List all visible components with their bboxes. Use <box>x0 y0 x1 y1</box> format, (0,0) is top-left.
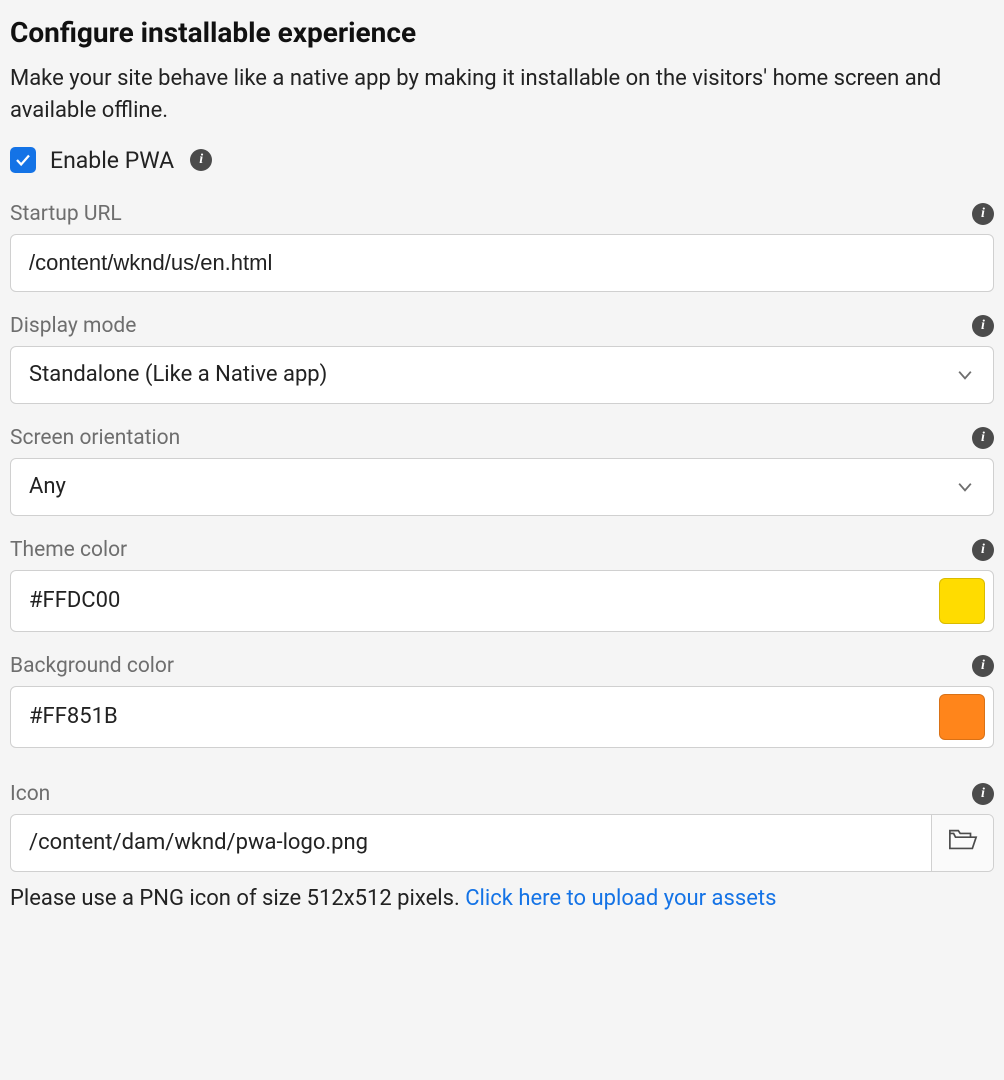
info-icon[interactable]: i <box>972 783 994 805</box>
icon-path-input: /content/dam/wknd/pwa-logo.png <box>10 814 994 872</box>
icon-label: Icon <box>10 782 50 806</box>
startup-url-field: Startup URL i <box>10 202 994 292</box>
info-icon[interactable]: i <box>972 539 994 561</box>
page-title: Configure installable experience <box>10 16 994 49</box>
info-icon[interactable]: i <box>972 427 994 449</box>
theme-color-value: #FFDC00 <box>29 588 120 613</box>
chevron-down-icon <box>955 365 975 385</box>
info-icon[interactable]: i <box>972 203 994 225</box>
screen-orientation-value: Any <box>29 474 66 499</box>
background-color-swatch[interactable] <box>939 694 985 740</box>
page-description: Make your site behave like a native app … <box>10 63 994 127</box>
background-color-input[interactable]: #FF851B <box>10 686 994 748</box>
browse-button[interactable] <box>931 815 993 871</box>
startup-url-label: Startup URL <box>10 202 122 226</box>
folder-open-icon <box>948 827 978 859</box>
startup-url-input[interactable] <box>10 234 994 292</box>
theme-color-field: Theme color i #FFDC00 <box>10 538 994 632</box>
background-color-value: #FF851B <box>29 704 118 729</box>
upload-assets-link[interactable]: Click here to upload your assets <box>465 886 776 911</box>
icon-hint-text: Please use a PNG icon of size 512x512 pi… <box>10 886 465 911</box>
icon-path-value[interactable]: /content/dam/wknd/pwa-logo.png <box>11 815 931 871</box>
screen-orientation-label: Screen orientation <box>10 426 180 450</box>
display-mode-label: Display mode <box>10 314 136 338</box>
info-icon[interactable]: i <box>972 315 994 337</box>
display-mode-select[interactable]: Standalone (Like a Native app) <box>10 346 994 404</box>
background-color-field: Background color i #FF851B <box>10 654 994 748</box>
display-mode-field: Display mode i Standalone (Like a Native… <box>10 314 994 404</box>
display-mode-value: Standalone (Like a Native app) <box>29 362 327 387</box>
screen-orientation-field: Screen orientation i Any <box>10 426 994 516</box>
icon-hint: Please use a PNG icon of size 512x512 pi… <box>10 886 994 911</box>
background-color-label: Background color <box>10 654 174 678</box>
info-icon[interactable]: i <box>972 655 994 677</box>
icon-field: Icon i /content/dam/wknd/pwa-logo.png <box>10 782 994 872</box>
enable-pwa-row: Enable PWA i <box>10 147 994 174</box>
theme-color-swatch[interactable] <box>939 578 985 624</box>
chevron-down-icon <box>955 477 975 497</box>
theme-color-label: Theme color <box>10 538 127 562</box>
theme-color-input[interactable]: #FFDC00 <box>10 570 994 632</box>
enable-pwa-checkbox[interactable] <box>10 147 36 173</box>
enable-pwa-label: Enable PWA <box>50 147 174 174</box>
screen-orientation-select[interactable]: Any <box>10 458 994 516</box>
info-icon[interactable]: i <box>190 149 212 171</box>
